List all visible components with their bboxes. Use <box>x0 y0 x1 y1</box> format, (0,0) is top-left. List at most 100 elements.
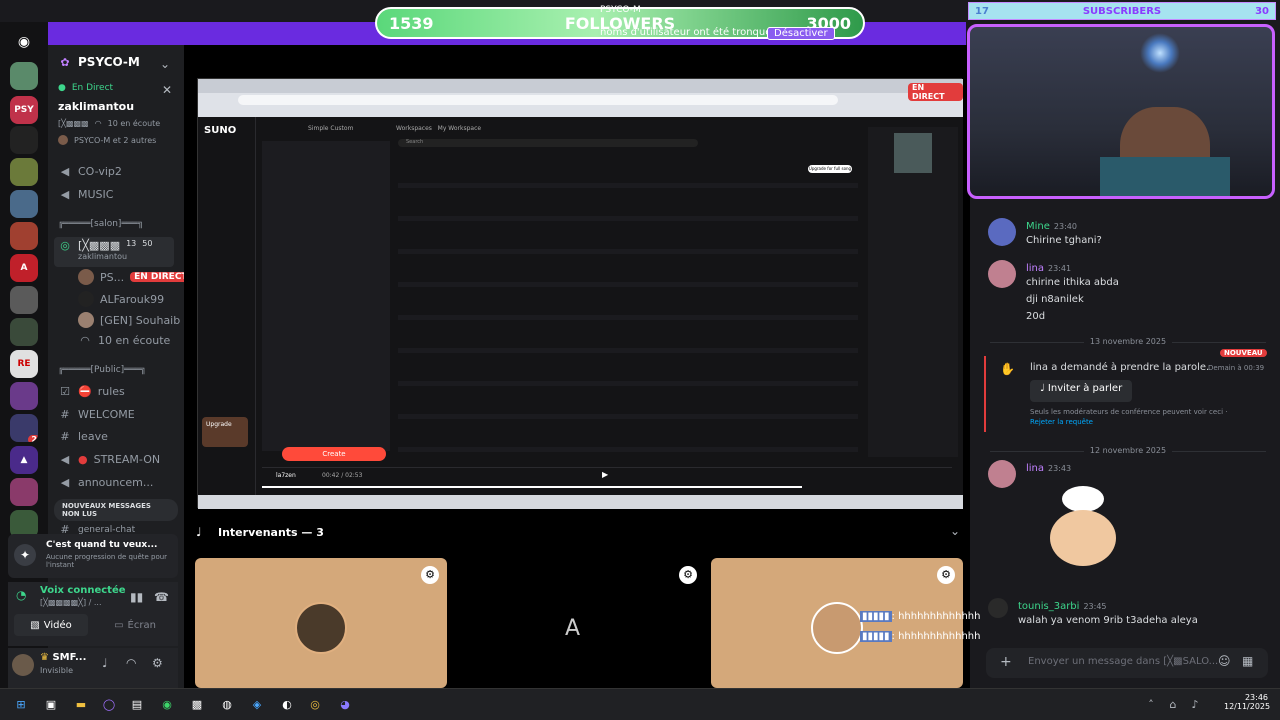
upgrade-card[interactable]: Upgrade <box>202 417 248 447</box>
server-icon[interactable] <box>10 478 38 506</box>
soundboard-icon[interactable]: ▮▮ <box>130 590 143 604</box>
suno-tab[interactable]: Simple <box>308 125 329 132</box>
stage-settings-icon[interactable]: ⚙ <box>937 566 955 584</box>
server-icon[interactable] <box>10 126 38 154</box>
reject-request-link[interactable]: Rejeter la requête <box>1030 418 1093 426</box>
headset-icon[interactable]: ◠ <box>126 656 136 670</box>
microphone-icon[interactable]: ♩ <box>102 656 108 670</box>
server-icon[interactable] <box>10 62 38 90</box>
channel-leave[interactable]: # leave <box>58 430 107 443</box>
play-icon[interactable]: ▶ <box>602 470 608 479</box>
app-icon[interactable]: ◐ <box>278 696 296 714</box>
progress-bar[interactable] <box>262 486 802 488</box>
server-icon[interactable] <box>10 318 38 346</box>
close-icon[interactable]: ✕ <box>162 83 172 97</box>
shared-screen[interactable]: EN DIRECT SUNO Upgrade Simple Custom Cre… <box>197 78 963 509</box>
create-button[interactable]: Create <box>282 447 386 461</box>
windows-start-icon[interactable]: ⊞ <box>12 696 30 714</box>
server-icon-psyco[interactable]: PSY <box>10 96 38 124</box>
app-icon[interactable]: ◈ <box>248 696 266 714</box>
server-icon[interactable] <box>10 382 38 410</box>
no-entry-icon: ⛔ <box>78 385 92 398</box>
raised-hand-icon: ✋ <box>1000 362 1015 376</box>
username[interactable]: lina <box>1026 463 1044 474</box>
speaker-icon: ◀ <box>60 165 70 178</box>
live-badge: EN DIRECT <box>130 272 192 282</box>
tray-chevron-icon[interactable]: ˄ <box>1142 696 1160 714</box>
volume-icon[interactable]: ♪ <box>1186 696 1204 714</box>
clock[interactable]: 23:46 12/11/2025 <box>1224 693 1271 711</box>
chrome-icon[interactable]: ◎ <box>306 696 324 714</box>
discord-home-icon[interactable]: ◉ <box>10 28 38 56</box>
channel-rules[interactable]: ☑ ⛔ rules <box>58 385 125 398</box>
member-row[interactable]: PS... EN DIRECT <box>78 269 192 285</box>
channel-label: WELCOME <box>78 408 135 421</box>
app-icon[interactable]: ▩ <box>188 696 206 714</box>
invite-speak-button[interactable]: ♩ Inviter à parler <box>1030 380 1133 402</box>
disable-button[interactable]: Désactiver <box>767 27 835 40</box>
whatsapp-icon[interactable]: ◉ <box>158 696 176 714</box>
avatar[interactable] <box>12 654 34 676</box>
username[interactable]: tounis_3arbi <box>1018 601 1079 612</box>
channel-announcements[interactable]: ◀ announcem... <box>58 476 154 489</box>
speaker-tile[interactable]: ⚙ <box>711 558 963 688</box>
member-row[interactable]: [GEN] Souhaib <box>78 312 180 328</box>
avatar[interactable] <box>988 218 1016 246</box>
channel-welcome[interactable]: # WELCOME <box>58 408 135 421</box>
workspace-tab[interactable]: My Workspace <box>438 125 481 132</box>
server-header[interactable]: ✿ PSYCO-M <box>58 55 139 69</box>
screen-button[interactable]: ▭ Écran <box>98 614 172 636</box>
avatar[interactable] <box>988 460 1016 488</box>
discord-icon[interactable]: ◕ <box>336 696 354 714</box>
settings-gear-icon[interactable]: ⚙ <box>152 656 163 670</box>
overlay-user-tag: ▮▮▮▮▮ <box>860 631 892 642</box>
file-explorer-icon[interactable]: ▬ <box>72 696 90 714</box>
chevron-down-icon[interactable]: ⌄ <box>160 57 170 71</box>
server-icon[interactable] <box>10 286 38 314</box>
stage-settings-icon[interactable]: ⚙ <box>679 566 697 584</box>
suno-tab[interactable]: Custom <box>330 125 353 132</box>
steam-icon[interactable]: ◍ <box>218 696 236 714</box>
server-icon[interactable]: A <box>10 254 38 282</box>
channel-co-vip2[interactable]: ◀ CO-vip2 <box>58 165 122 178</box>
category-salon[interactable]: ╔═════[salon]═══╗ <box>58 219 143 229</box>
network-icon[interactable]: ⌂ <box>1164 696 1182 714</box>
clock-date: 12/11/2025 <box>1224 702 1271 711</box>
message-input[interactable]: Envoyer un message dans [╳▩SALO... <box>1028 656 1218 667</box>
plus-icon[interactable]: + <box>1000 654 1012 670</box>
server-icon[interactable]: RE <box>10 350 38 378</box>
task-view-icon[interactable]: ▣ <box>42 696 60 714</box>
speaker-tile[interactable]: ⚙ A <box>453 558 705 688</box>
truncation-notice: noms d'utilisateur ont été tronqués. <box>600 27 780 38</box>
song-search[interactable]: Search <box>398 139 698 147</box>
channel-music[interactable]: ◀ MUSIC <box>58 188 114 201</box>
server-icon[interactable]: 2 <box>10 414 38 442</box>
rules-icon: ☑ <box>60 385 70 398</box>
server-icon[interactable]: ▲ <box>10 446 38 474</box>
app-icon[interactable]: ◯ <box>100 696 118 714</box>
listeners-row[interactable]: ◠ 10 en écoute <box>78 334 170 347</box>
category-public[interactable]: ╔═════[Public]═══╗ <box>58 365 146 375</box>
stage-settings-icon[interactable]: ⚙ <box>421 566 439 584</box>
speaker-tile[interactable]: ⚙ <box>195 558 447 688</box>
member-row[interactable]: ALFarouk99 <box>78 291 164 307</box>
upgrade-song-button[interactable]: Upgrade for full song <box>808 165 852 173</box>
speakers-header[interactable]: ♩ Intervenants — 3 ⌄ <box>184 522 970 544</box>
quest-card[interactable]: ✦ C'est quand tu veux... Aucune progress… <box>8 534 178 578</box>
avatar[interactable] <box>988 260 1016 288</box>
workspace-tab[interactable]: Workspaces <box>396 125 432 132</box>
username[interactable]: Mine <box>1026 221 1050 232</box>
server-icon[interactable] <box>10 222 38 250</box>
new-messages-pill[interactable]: NOUVEAUX MESSAGES NON LUS <box>54 499 178 521</box>
server-icon[interactable] <box>10 190 38 218</box>
username[interactable]: lina <box>1026 263 1044 274</box>
emoji-icon[interactable]: ☺ <box>1218 654 1231 668</box>
channel-stream-on[interactable]: ◀ ● STREAM-ON <box>58 453 160 466</box>
app-icon[interactable]: ▤ <box>128 696 146 714</box>
disconnect-icon[interactable]: ☎ <box>154 590 169 604</box>
apps-icon[interactable]: ▦ <box>1242 654 1253 668</box>
server-icon[interactable] <box>10 158 38 186</box>
chevron-down-icon[interactable]: ⌄ <box>950 524 960 538</box>
video-button[interactable]: ▧ Vidéo <box>14 614 88 636</box>
avatar[interactable] <box>988 598 1008 618</box>
